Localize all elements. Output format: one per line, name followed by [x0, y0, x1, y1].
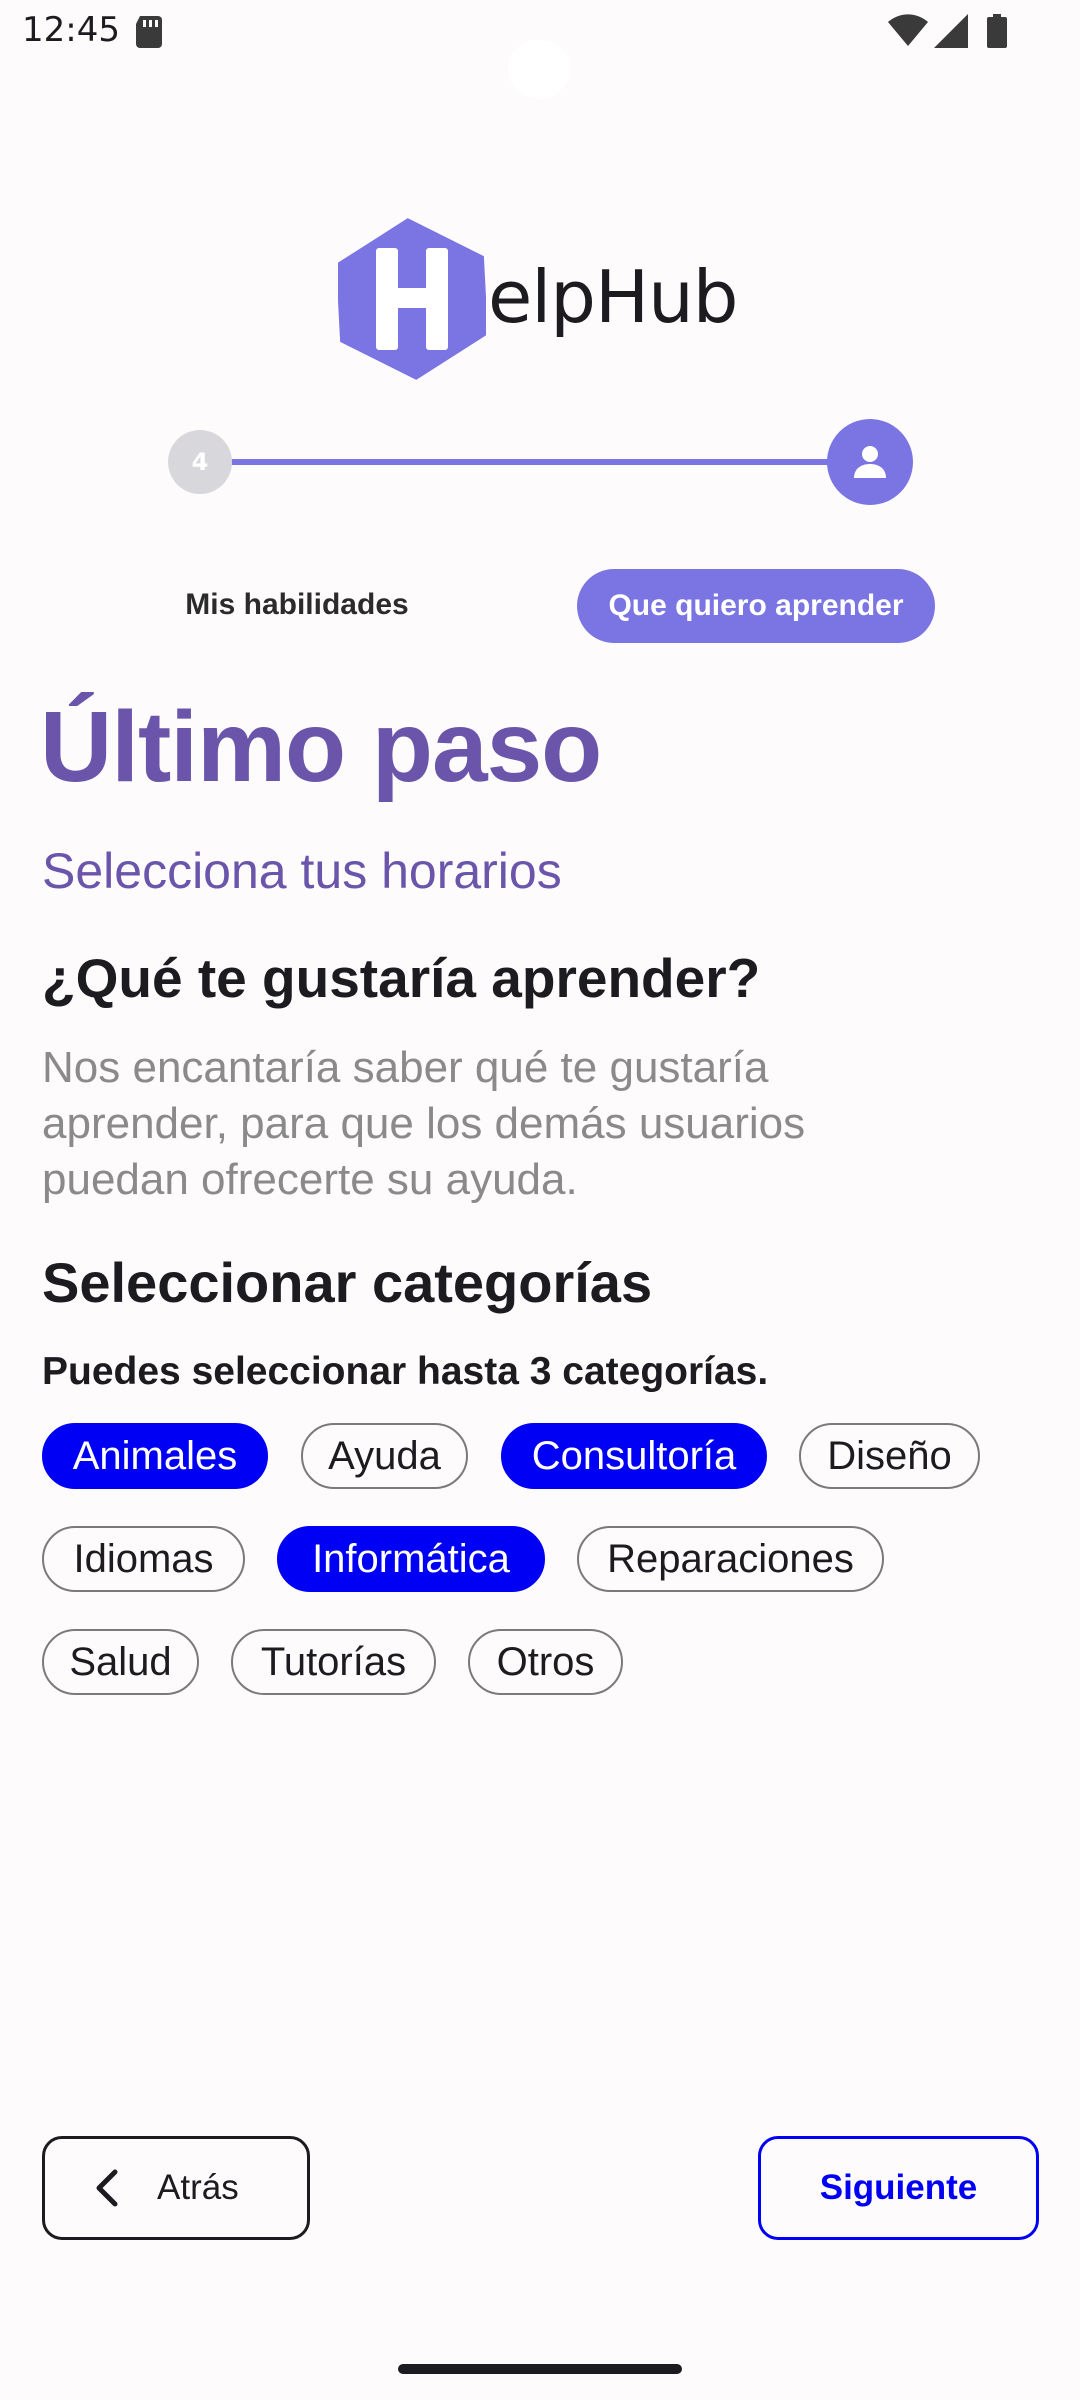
step-indicator-current: 4 [168, 430, 232, 494]
chip-salud[interactable]: Salud [42, 1629, 199, 1695]
section-description: Nos encantaría saber qué te gustaría apr… [42, 1043, 806, 1204]
next-button[interactable]: Siguiente [758, 2136, 1039, 2240]
page-subtitle: Selecciona tus horarios [42, 843, 562, 899]
page-title: Último paso [40, 691, 602, 803]
status-time: 12:45 [22, 10, 120, 50]
cellular-signal-icon [934, 14, 968, 48]
wifi-icon [888, 14, 928, 46]
section-heading: ¿Qué te gustaría aprender? [42, 947, 761, 1009]
categories-heading: Seleccionar categorías [42, 1251, 653, 1314]
chip-animales[interactable]: Animales [42, 1423, 268, 1489]
chip-otros[interactable]: Otros [468, 1629, 623, 1695]
tab-mis-habilidades[interactable]: Mis habilidades [170, 578, 424, 632]
categories-hint: Puedes seleccionar hasta 3 categorías. [42, 1350, 769, 1393]
chip-idiomas[interactable]: Idiomas [42, 1526, 245, 1592]
helphub-logo-icon [338, 218, 486, 380]
back-button[interactable]: Atrás [42, 2136, 310, 2240]
chip-informatica[interactable]: Informática [277, 1526, 545, 1592]
chevron-left-icon [96, 2169, 118, 2207]
person-icon [854, 446, 886, 478]
chip-consultoria[interactable]: Consultoría [501, 1423, 767, 1489]
home-indicator[interactable] [398, 2364, 682, 2374]
battery-icon [987, 14, 1007, 48]
chip-tutorias[interactable]: Tutorías [231, 1629, 436, 1695]
chip-diseno[interactable]: Diseño [799, 1423, 980, 1489]
step-indicator-profile [827, 419, 913, 505]
tab-que-quiero-aprender[interactable]: Que quiero aprender [577, 569, 935, 643]
chip-ayuda[interactable]: Ayuda [301, 1423, 468, 1489]
sd-card-icon [136, 16, 162, 48]
back-button-label: Atrás [157, 2168, 239, 2207]
progress-line [220, 459, 840, 465]
chip-reparaciones[interactable]: Reparaciones [577, 1526, 884, 1592]
logo-wordmark: elpHub [488, 255, 738, 339]
camera-cutout [508, 40, 570, 98]
